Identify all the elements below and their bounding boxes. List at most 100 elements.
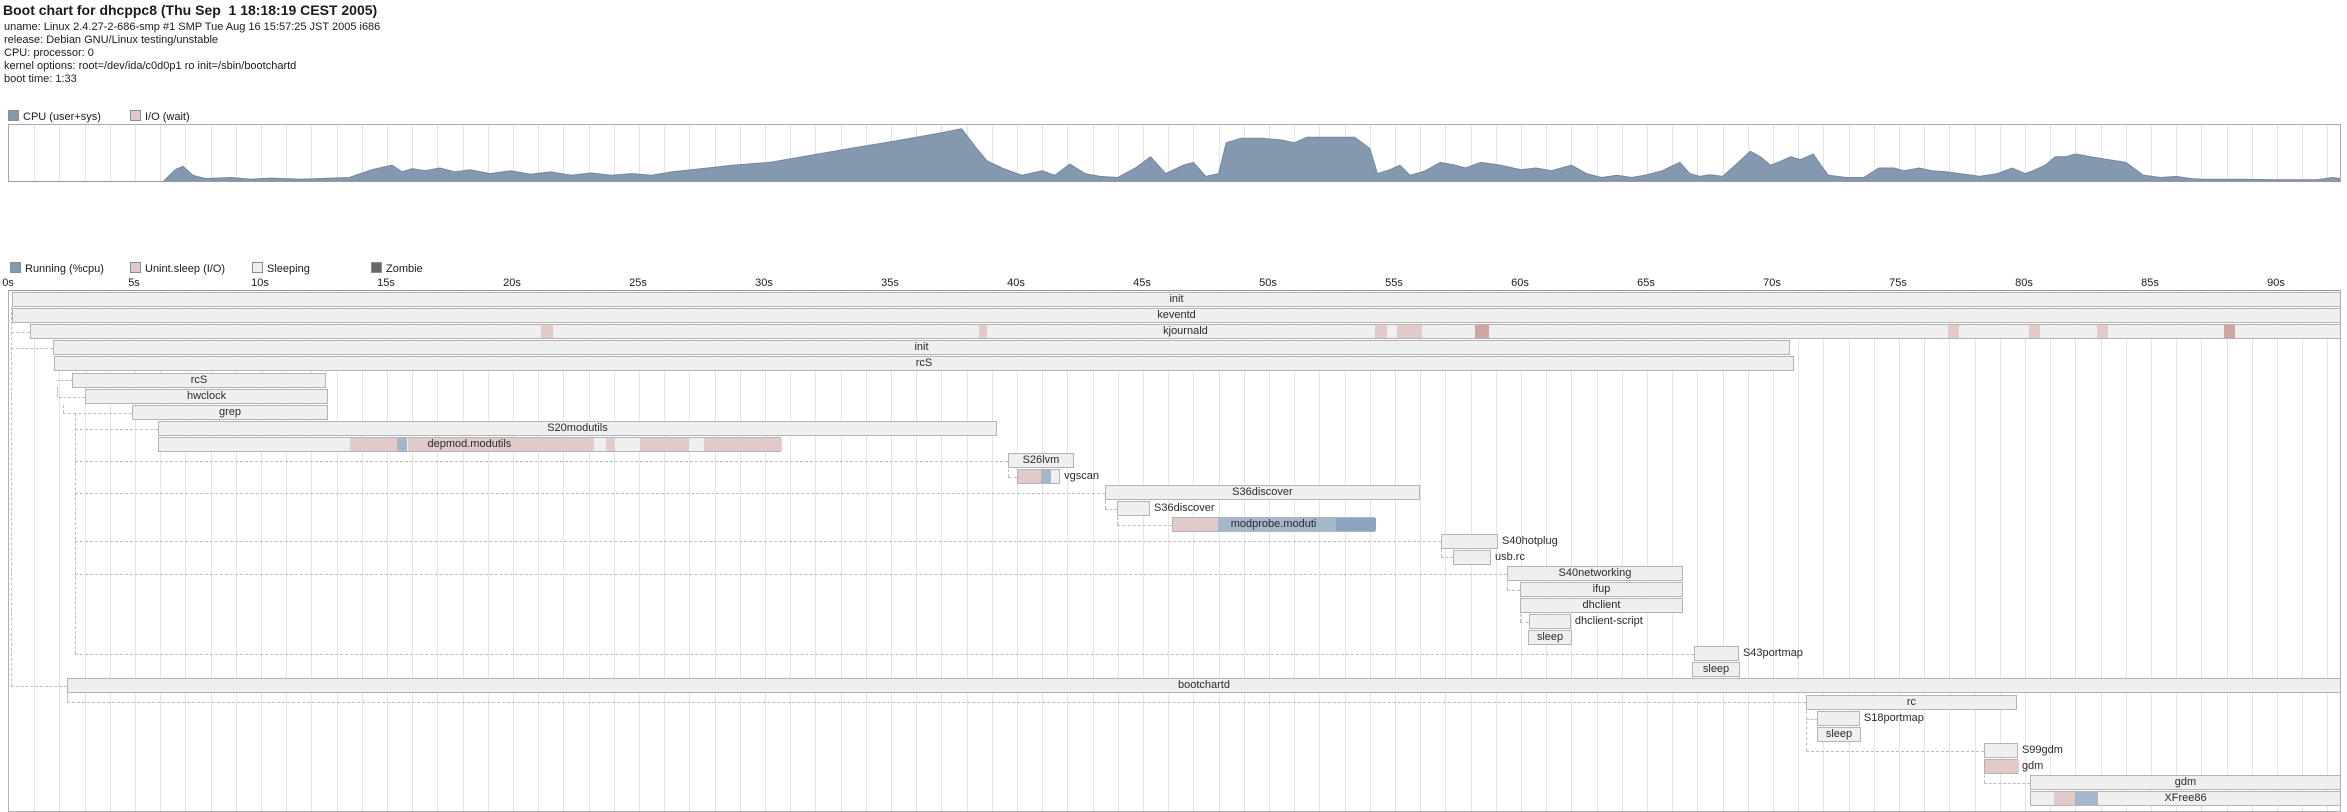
- process-label: rc: [1807, 696, 2016, 709]
- process-label: sleep: [1693, 663, 1739, 676]
- axis-tick-label: 65s: [1637, 277, 1655, 289]
- cpu-area-series: [9, 125, 2341, 182]
- process-bar: init: [53, 340, 1790, 355]
- gridline: [2025, 291, 2026, 811]
- process-bar: sleep: [1817, 727, 1861, 742]
- axis-tick-label: 0s: [2, 277, 14, 289]
- process-connector: [75, 429, 158, 430]
- process-connector: [1117, 525, 1172, 526]
- cpu-color-swatch: [8, 110, 19, 121]
- process-bar: S43portmap: [1694, 646, 1739, 661]
- process-connector: [63, 405, 64, 413]
- process-label: depmod.modutils: [159, 438, 780, 451]
- process-label: S40hotplug: [1497, 535, 1558, 548]
- process-bar: S20modutils: [158, 421, 997, 436]
- process-bar: usb.rc: [1453, 550, 1491, 565]
- process-label: S43portmap: [1738, 647, 1803, 660]
- process-connector: [59, 397, 85, 398]
- process-state-segment: [1985, 760, 2019, 773]
- process-label: gdm: [2017, 760, 2043, 773]
- gridline: [2000, 291, 2001, 811]
- process-label: kjournald: [31, 325, 2340, 338]
- axis-tick-label: 25s: [629, 277, 647, 289]
- process-label: init: [54, 341, 1789, 354]
- axis-tick-label: 5s: [128, 277, 140, 289]
- axis-tick-label: 55s: [1385, 277, 1403, 289]
- gridline: [1949, 291, 1950, 811]
- process-bar: XFree86: [2030, 791, 2341, 806]
- process-label: S20modutils: [159, 422, 996, 435]
- kernel-options-line: kernel options: root=/dev/ida/c0d0p1 ro …: [4, 60, 296, 72]
- gridline: [2201, 291, 2202, 811]
- process-label: S26lvm: [1009, 454, 1073, 467]
- process-bar: hwclock: [85, 389, 328, 404]
- process-label: sleep: [1529, 631, 1571, 644]
- axis-tick-label: 45s: [1133, 277, 1151, 289]
- axis-tick-label: 20s: [503, 277, 521, 289]
- process-label: usb.rc: [1490, 551, 1525, 564]
- legend-label: CPU (user+sys): [23, 111, 101, 123]
- process-bar: bootchartd: [67, 678, 2341, 693]
- process-connector: [1441, 557, 1453, 558]
- axis-tick-label: 40s: [1007, 277, 1025, 289]
- process-connector: [1105, 509, 1117, 510]
- process-label: S36discover: [1106, 486, 1419, 499]
- legend-label: Sleeping: [267, 263, 310, 275]
- process-connector: [75, 541, 1441, 542]
- process-connector: [75, 413, 76, 654]
- process-bar: keventd: [12, 308, 2341, 323]
- process-label: S99gdm: [2017, 744, 2063, 757]
- process-connector: [1008, 477, 1017, 478]
- gridline: [2075, 291, 2076, 811]
- uname-line: uname: Linux 2.4.27-2-686-smp #1 SMP Tue…: [4, 21, 380, 33]
- gridline: [2176, 291, 2177, 811]
- io-color-swatch: [130, 110, 141, 121]
- process-connector: [1507, 590, 1520, 591]
- process-connector: [75, 461, 1008, 462]
- process-bar: modprobe.moduti: [1172, 517, 1375, 532]
- cpu-usage-chart: [8, 124, 2341, 182]
- gridline: [2050, 291, 2051, 811]
- process-bar: S99gdm: [1984, 743, 2018, 758]
- legend-label: I/O (wait): [145, 111, 190, 123]
- process-state-segment: [1041, 470, 1051, 483]
- process-connector: [75, 654, 1694, 655]
- page-title: Boot chart for dhcppc8 (Thu Sep 1 18:18:…: [3, 2, 377, 18]
- process-label: gdm: [2031, 776, 2340, 789]
- process-label: rcS: [55, 357, 1793, 370]
- gridline: [1874, 291, 1875, 811]
- gridline: [2151, 291, 2152, 811]
- process-label: vgscan: [1059, 470, 1099, 483]
- process-connector: [1984, 783, 2030, 784]
- axis-tick-label: 75s: [1889, 277, 1907, 289]
- process-connector: [1806, 711, 1807, 751]
- process-label: S40networking: [1508, 567, 1682, 580]
- release-line: release: Debian GNU/Linux testing/unstab…: [4, 34, 218, 46]
- process-state-segment: [1018, 470, 1041, 483]
- process-connector: [1806, 719, 1817, 720]
- bootchart-page: Boot chart for dhcppc8 (Thu Sep 1 18:18:…: [0, 0, 2347, 812]
- legend-item-running: Running (%cpu): [10, 262, 104, 274]
- process-label: sleep: [1818, 728, 1860, 741]
- process-connector: [11, 332, 30, 333]
- process-connector: [57, 380, 72, 381]
- legend-label: Running (%cpu): [25, 263, 104, 275]
- axis-tick-label: 60s: [1511, 277, 1529, 289]
- process-bar: rcS: [72, 373, 326, 388]
- process-bar: gdm: [1984, 759, 2018, 774]
- axis-tick-label: 90s: [2267, 277, 2285, 289]
- gridline: [2302, 291, 2303, 811]
- process-bar: sleep: [1528, 630, 1572, 645]
- gridline: [2227, 291, 2228, 811]
- gridline: [2126, 291, 2127, 811]
- axis-tick-label: 10s: [251, 277, 269, 289]
- gridline: [2101, 291, 2102, 811]
- process-connector: [11, 307, 12, 686]
- running-color-swatch: [10, 262, 21, 273]
- process-label: keventd: [13, 309, 2340, 322]
- process-connector: [11, 348, 53, 349]
- process-label: modprobe.moduti: [1173, 518, 1374, 531]
- process-bar: S36discover: [1105, 485, 1420, 500]
- gridline: [1899, 291, 1900, 811]
- process-label: dhclient: [1521, 599, 1682, 612]
